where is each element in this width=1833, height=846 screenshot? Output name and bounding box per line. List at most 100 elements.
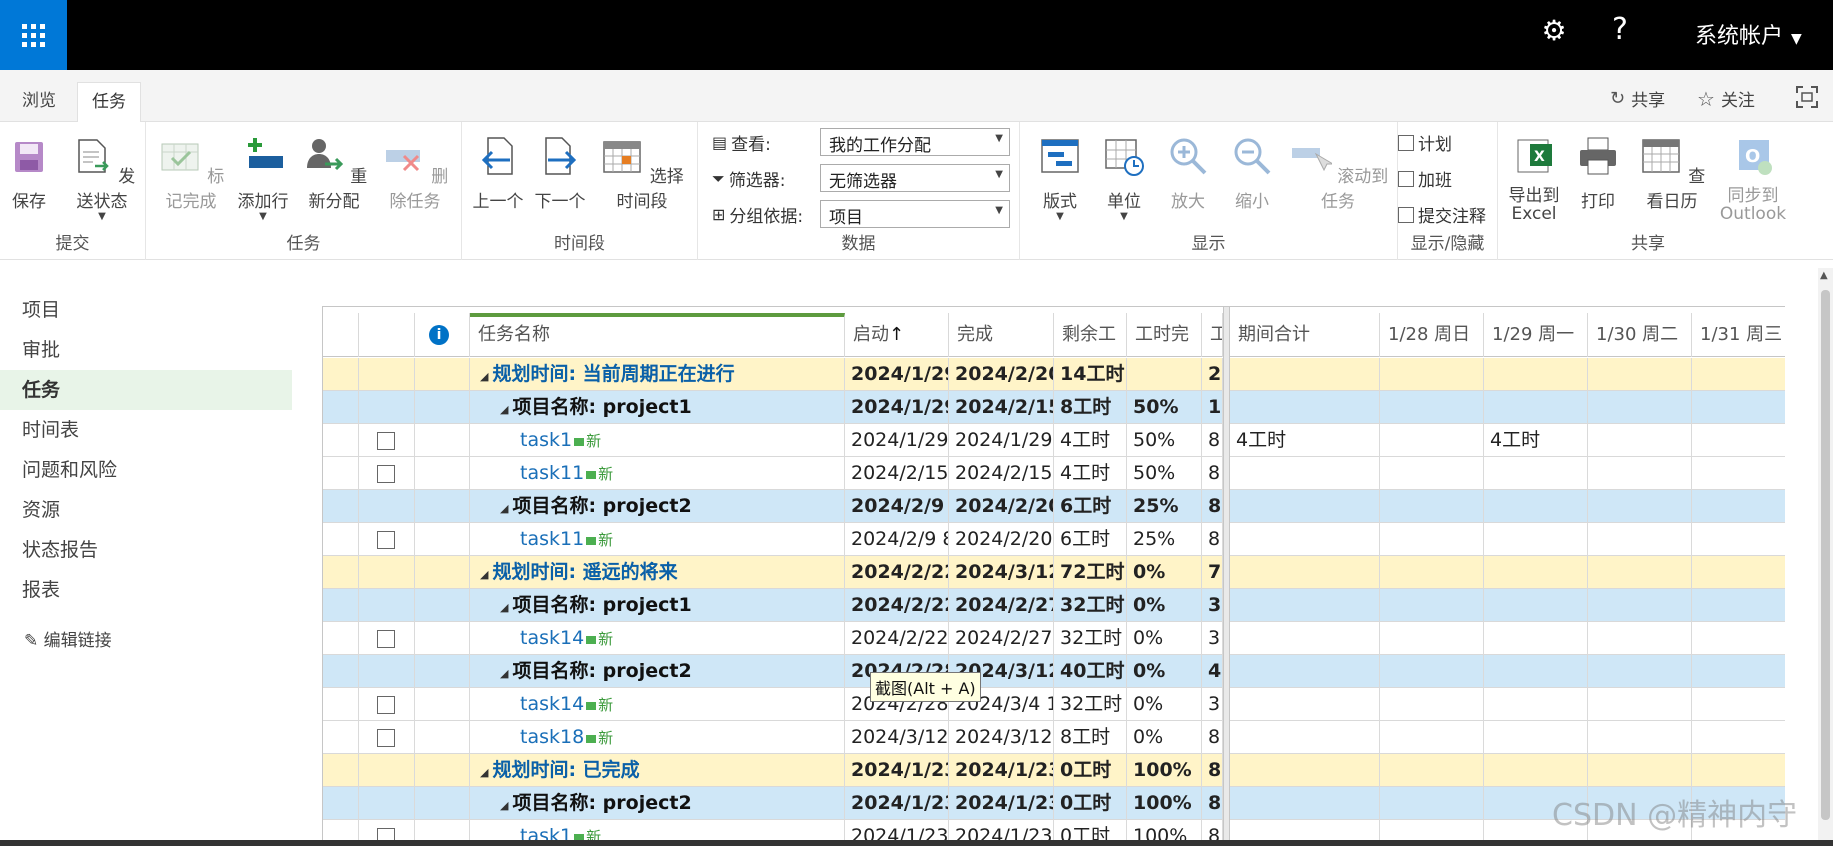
row-selector[interactable]: [323, 688, 359, 721]
task-link[interactable]: task11: [520, 462, 584, 484]
period-total-cell[interactable]: [1230, 688, 1380, 721]
remaining-work-cell[interactable]: 6工时: [1054, 490, 1127, 523]
start-cell[interactable]: 2024/2/9 8: [845, 523, 949, 556]
group-row[interactable]: ◢ 项目名称: project1 2024/2/22 2024/2/27 32工时 0% 3: [323, 589, 1223, 622]
start-cell[interactable]: 2024/3/12: [845, 721, 949, 754]
header-remaining[interactable]: 剩余工: [1054, 313, 1127, 357]
period-total-cell[interactable]: [1230, 490, 1380, 523]
collapse-triangle-icon[interactable]: ◢: [500, 667, 508, 680]
collapse-triangle-icon[interactable]: ◢: [500, 601, 508, 614]
extra-cell[interactable]: 8: [1202, 754, 1223, 787]
task-row[interactable]: task18 新 2024/3/12 2024/3/12 8工时 0% 8: [323, 721, 1223, 754]
start-cell[interactable]: 2024/2/9: [845, 490, 949, 523]
task-name-cell[interactable]: task18 新: [470, 721, 845, 754]
pane-splitter[interactable]: [1223, 307, 1230, 845]
task-row[interactable]: task1 新 2024/1/29 2024/1/29 4工时 50% 8: [323, 424, 1223, 457]
row-selector[interactable]: [323, 556, 359, 589]
period-total-cell[interactable]: [1230, 622, 1380, 655]
row-checkbox[interactable]: [377, 728, 395, 747]
finish-cell[interactable]: 2024/1/29: [949, 424, 1054, 457]
day-cell-0130[interactable]: [1588, 754, 1692, 787]
period-total-cell[interactable]: 4工时: [1230, 424, 1380, 457]
extra-cell[interactable]: 8: [1202, 787, 1223, 820]
reassign-button[interactable]: 重新分配: [298, 134, 370, 212]
day-cell-0130[interactable]: [1588, 358, 1692, 391]
task-name-cell[interactable]: task11 新: [470, 523, 845, 556]
remaining-work-cell[interactable]: 0工时: [1054, 787, 1127, 820]
day-cell-0131[interactable]: [1692, 589, 1785, 622]
group-row[interactable]: ◢ 项目名称: project2 2024/2/9 2024/2/20 6工时 25% 8: [323, 490, 1223, 523]
row-selector[interactable]: [323, 787, 359, 820]
period-total-cell[interactable]: [1230, 655, 1380, 688]
select-period-button[interactable]: 选择时间段: [594, 134, 690, 212]
day-cell-0128[interactable]: [1380, 589, 1484, 622]
period-total-cell[interactable]: [1230, 589, 1380, 622]
extra-cell[interactable]: 8: [1202, 424, 1223, 457]
day-cell-0129[interactable]: 4工时: [1484, 424, 1588, 457]
row-selector[interactable]: [323, 754, 359, 787]
zoom-out-button[interactable]: 缩小: [1224, 134, 1280, 212]
nav-item-issues-risks[interactable]: 问题和风险: [0, 450, 292, 490]
day-cell-0129[interactable]: [1484, 556, 1588, 589]
zoom-in-button[interactable]: 放大: [1160, 134, 1216, 212]
pct-complete-cell[interactable]: 50%: [1127, 391, 1202, 424]
day-cell-0131[interactable]: [1692, 391, 1785, 424]
remaining-work-cell[interactable]: 6工时: [1054, 523, 1127, 556]
day-cell-0129[interactable]: [1484, 688, 1588, 721]
pct-complete-cell[interactable]: 100%: [1127, 754, 1202, 787]
header-start[interactable]: 启动↑: [845, 313, 949, 357]
day-cell-0129[interactable]: [1484, 655, 1588, 688]
period-total-cell[interactable]: [1230, 721, 1380, 754]
day-cell-0131[interactable]: [1692, 457, 1785, 490]
day-cell-0129[interactable]: [1484, 358, 1588, 391]
row-selector[interactable]: [323, 358, 359, 391]
task-name-cell[interactable]: task14 新: [470, 688, 845, 721]
day-cell-0128[interactable]: [1380, 622, 1484, 655]
collapse-triangle-icon[interactable]: ◢: [480, 568, 488, 581]
group-name-cell[interactable]: ◢ 项目名称: project2: [470, 787, 845, 820]
view-calendar-button[interactable]: 查看日历: [1632, 134, 1712, 212]
day-cell-0130[interactable]: [1588, 523, 1692, 556]
header-pct-complete[interactable]: 工时完: [1127, 313, 1202, 357]
day-cell-0131[interactable]: [1692, 358, 1785, 391]
extra-cell[interactable]: 3: [1202, 622, 1223, 655]
scroll-up-icon[interactable]: ▲: [1820, 270, 1828, 281]
remaining-work-cell[interactable]: 8工时: [1054, 391, 1127, 424]
row-selector[interactable]: [323, 424, 359, 457]
day-cell-0128[interactable]: [1380, 490, 1484, 523]
period-total-cell[interactable]: [1230, 754, 1380, 787]
start-cell[interactable]: 2024/2/15: [845, 457, 949, 490]
start-cell[interactable]: 2024/1/23: [845, 754, 949, 787]
task-link[interactable]: task18: [520, 726, 584, 748]
row-selector[interactable]: [323, 457, 359, 490]
day-cell-0128[interactable]: [1380, 391, 1484, 424]
day-cell-0130[interactable]: [1588, 589, 1692, 622]
period-total-cell[interactable]: [1230, 358, 1380, 391]
comment-checkbox[interactable]: 提交注释: [1398, 202, 1486, 227]
day-cell-0128[interactable]: [1380, 556, 1484, 589]
row-checkbox[interactable]: [377, 629, 395, 648]
start-cell[interactable]: 2024/1/29: [845, 424, 949, 457]
pct-complete-cell[interactable]: 0%: [1127, 589, 1202, 622]
task-row[interactable]: task11 新 2024/2/15 2024/2/15 4工时 50% 8: [323, 457, 1223, 490]
finish-cell[interactable]: 2024/2/27: [949, 622, 1054, 655]
day-cell-0128[interactable]: [1380, 754, 1484, 787]
day-cell-0129[interactable]: [1484, 490, 1588, 523]
header-finish[interactable]: 完成: [949, 313, 1054, 357]
day-cell-0128[interactable]: [1380, 457, 1484, 490]
group-name-cell[interactable]: ◢ 项目名称: project2: [470, 655, 845, 688]
send-status-button[interactable]: 发送状态 ▼: [62, 134, 142, 222]
collapse-triangle-icon[interactable]: ◢: [500, 502, 508, 515]
remaining-work-cell[interactable]: 0工时: [1054, 754, 1127, 787]
finish-cell[interactable]: 2024/1/23: [949, 754, 1054, 787]
day-cell-0130[interactable]: [1588, 457, 1692, 490]
day-cell-0128[interactable]: [1380, 655, 1484, 688]
day-cell-0131[interactable]: [1692, 490, 1785, 523]
day-cell-0131[interactable]: [1692, 688, 1785, 721]
group-row[interactable]: ◢ 项目名称: project1 2024/1/29 2024/2/15 8工时 50% 1: [323, 391, 1223, 424]
day-cell-0129[interactable]: [1484, 589, 1588, 622]
day-cell-0130[interactable]: [1588, 490, 1692, 523]
day-cell-0128[interactable]: [1380, 787, 1484, 820]
row-selector[interactable]: [323, 523, 359, 556]
header-info-col[interactable]: i: [415, 313, 470, 357]
